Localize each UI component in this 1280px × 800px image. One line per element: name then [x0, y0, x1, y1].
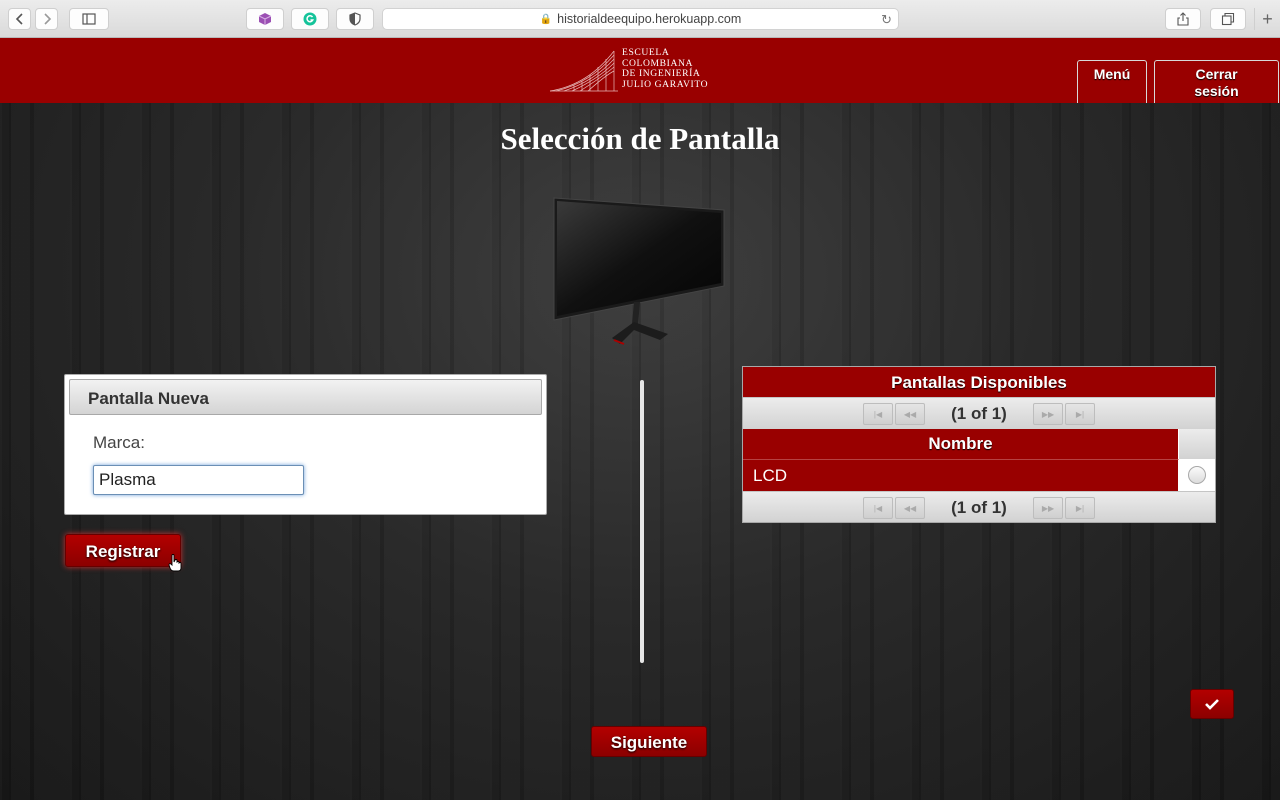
browser-toolbar: 🔒 historialdeequipo.herokuapp.com ↻ + [0, 0, 1280, 38]
logo-building-icon [549, 50, 618, 92]
logout-button[interactable]: Cerrar sesión [1154, 60, 1279, 103]
column-header-select [1179, 429, 1215, 459]
tabs-overview-icon[interactable] [1210, 8, 1246, 30]
monitor-image [553, 197, 725, 345]
next-page-icon[interactable]: ▶▶ [1033, 403, 1063, 425]
back-icon[interactable] [8, 8, 31, 30]
paginator-top: |◀ ◀◀ (1 of 1) ▶▶ ▶| [743, 397, 1215, 429]
new-screen-panel: Pantalla Nueva Marca: [64, 374, 547, 515]
table-title: Pantallas Disponibles [743, 367, 1215, 397]
available-screens-table: Pantallas Disponibles |◀ ◀◀ (1 of 1) ▶▶ … [742, 366, 1216, 523]
marca-label: Marca: [93, 433, 145, 452]
sidebar-icon[interactable] [69, 8, 109, 30]
reload-icon[interactable]: ↻ [881, 12, 892, 28]
confirm-button[interactable] [1190, 689, 1234, 719]
last-page-icon[interactable]: ▶| [1065, 497, 1095, 519]
address-bar[interactable]: 🔒 historialdeequipo.herokuapp.com ↻ [382, 8, 899, 30]
site-header: Escuela Colombiana de Ingeniería Julio G… [0, 38, 1280, 103]
marca-input[interactable] [93, 465, 304, 495]
forward-icon[interactable] [35, 8, 58, 30]
checkmark-icon [1205, 699, 1219, 710]
university-logo[interactable]: Escuela Colombiana de Ingeniería Julio G… [548, 45, 728, 95]
panel-title: Pantalla Nueva [69, 379, 542, 415]
hand-cursor-icon [168, 554, 182, 572]
extension-cube-icon[interactable] [246, 8, 284, 30]
column-header-nombre[interactable]: Nombre [743, 429, 1179, 459]
grammarly-icon[interactable] [291, 8, 329, 30]
url-text: historialdeequipo.herokuapp.com [557, 12, 742, 26]
next-page-icon[interactable]: ▶▶ [1033, 497, 1063, 519]
page-info: (1 of 1) [951, 498, 1007, 517]
logo-text: Escuela Colombiana de Ingeniería Julio G… [622, 47, 709, 90]
page-title: Selección de Pantalla [500, 121, 780, 156]
shield-icon[interactable] [336, 8, 374, 30]
next-button[interactable]: Siguiente [591, 726, 707, 757]
paginator-bottom: |◀ ◀◀ (1 of 1) ▶▶ ▶| [743, 491, 1215, 522]
new-tab-icon[interactable]: + [1254, 8, 1280, 30]
table-row[interactable]: LCD [743, 459, 1179, 491]
row-radio-button[interactable] [1188, 466, 1206, 484]
share-icon[interactable] [1165, 8, 1201, 30]
page-info: (1 of 1) [951, 404, 1007, 423]
lock-icon: 🔒 [539, 13, 553, 25]
vertical-divider [640, 380, 644, 663]
last-page-icon[interactable]: ▶| [1065, 403, 1095, 425]
register-button[interactable]: Registrar [65, 534, 181, 567]
row-select-cell [1179, 459, 1215, 491]
menu-button[interactable]: Menú [1077, 60, 1147, 103]
